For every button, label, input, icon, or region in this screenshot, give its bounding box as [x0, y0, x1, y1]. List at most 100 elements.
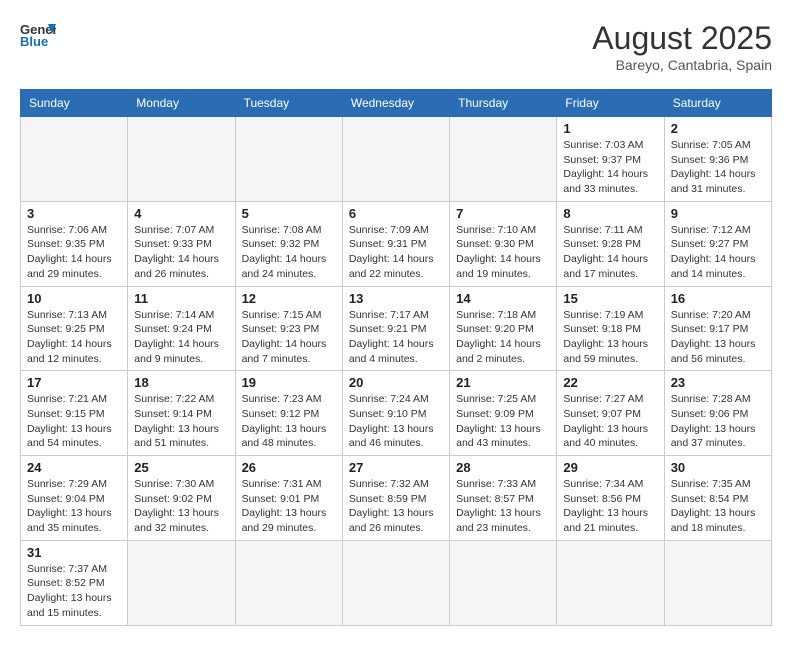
day-info: Sunrise: 7:05 AM Sunset: 9:36 PM Dayligh…	[671, 138, 765, 197]
day-info: Sunrise: 7:17 AM Sunset: 9:21 PM Dayligh…	[349, 308, 443, 367]
calendar-cell: 23Sunrise: 7:28 AM Sunset: 9:06 PM Dayli…	[664, 371, 771, 456]
day-info: Sunrise: 7:25 AM Sunset: 9:09 PM Dayligh…	[456, 392, 550, 451]
calendar-week-4: 17Sunrise: 7:21 AM Sunset: 9:15 PM Dayli…	[21, 371, 772, 456]
calendar-cell: 13 Sunrise: 7:17 AM Sunset: 9:21 PM Dayli…	[342, 286, 449, 371]
calendar-cell: 5Sunrise: 7:08 AM Sunset: 9:32 PM Daylig…	[235, 201, 342, 286]
day-number: 13	[349, 291, 443, 306]
calendar-cell	[235, 540, 342, 625]
day-number: 25	[134, 460, 228, 475]
calendar-week-2: 3Sunrise: 7:06 AM Sunset: 9:35 PM Daylig…	[21, 201, 772, 286]
day-info: Sunrise: 7:19 AM Sunset: 9:18 PM Dayligh…	[563, 308, 657, 367]
day-info: Sunrise: 7:29 AM Sunset: 9:04 PM Dayligh…	[27, 477, 121, 536]
calendar-cell: 28 Sunrise: 7:33 AM Sunset: 8:57 PM Dayli…	[450, 456, 557, 541]
day-number: 29	[563, 460, 657, 475]
calendar-cell: 2Sunrise: 7:05 AM Sunset: 9:36 PM Daylig…	[664, 117, 771, 202]
calendar-cell: 29 Sunrise: 7:34 AM Sunset: 8:56 PM Dayli…	[557, 456, 664, 541]
day-number: 14	[456, 291, 550, 306]
calendar-cell: 3Sunrise: 7:06 AM Sunset: 9:35 PM Daylig…	[21, 201, 128, 286]
day-info: Sunrise: 7:27 AM Sunset: 9:07 PM Dayligh…	[563, 392, 657, 451]
calendar-cell: 18Sunrise: 7:22 AM Sunset: 9:14 PM Dayli…	[128, 371, 235, 456]
day-info: Sunrise: 7:07 AM Sunset: 9:33 PM Dayligh…	[134, 223, 228, 282]
logo-icon: General Blue	[20, 20, 56, 48]
day-info: Sunrise: 7:15 AM Sunset: 9:23 PM Dayligh…	[242, 308, 336, 367]
day-number: 28	[456, 460, 550, 475]
calendar-cell: 31Sunrise: 7:37 AM Sunset: 8:52 PM Dayli…	[21, 540, 128, 625]
day-info: Sunrise: 7:06 AM Sunset: 9:35 PM Dayligh…	[27, 223, 121, 282]
calendar-cell: 22 Sunrise: 7:27 AM Sunset: 9:07 PM Dayli…	[557, 371, 664, 456]
day-info: Sunrise: 7:11 AM Sunset: 9:28 PM Dayligh…	[563, 223, 657, 282]
day-info: Sunrise: 7:30 AM Sunset: 9:02 PM Dayligh…	[134, 477, 228, 536]
day-info: Sunrise: 7:32 AM Sunset: 8:59 PM Dayligh…	[349, 477, 443, 536]
calendar-cell: 11Sunrise: 7:14 AM Sunset: 9:24 PM Dayli…	[128, 286, 235, 371]
day-info: Sunrise: 7:08 AM Sunset: 9:32 PM Dayligh…	[242, 223, 336, 282]
day-number: 31	[27, 545, 121, 560]
day-info: Sunrise: 7:18 AM Sunset: 9:20 PM Dayligh…	[456, 308, 550, 367]
calendar-table: SundayMondayTuesdayWednesdayThursdayFrid…	[20, 89, 772, 626]
weekday-header-wednesday: Wednesday	[342, 90, 449, 117]
day-info: Sunrise: 7:31 AM Sunset: 9:01 PM Dayligh…	[242, 477, 336, 536]
day-number: 4	[134, 206, 228, 221]
day-info: Sunrise: 7:14 AM Sunset: 9:24 PM Dayligh…	[134, 308, 228, 367]
day-number: 27	[349, 460, 443, 475]
day-info: Sunrise: 7:34 AM Sunset: 8:56 PM Dayligh…	[563, 477, 657, 536]
day-number: 18	[134, 375, 228, 390]
calendar-cell	[235, 117, 342, 202]
calendar-cell: 25 Sunrise: 7:30 AM Sunset: 9:02 PM Dayli…	[128, 456, 235, 541]
calendar-cell	[21, 117, 128, 202]
title-block: August 2025 Bareyo, Cantabria, Spain	[592, 20, 772, 73]
day-number: 21	[456, 375, 550, 390]
calendar-cell: 4 Sunrise: 7:07 AM Sunset: 9:33 PM Daylig…	[128, 201, 235, 286]
calendar-cell	[342, 117, 449, 202]
weekday-header-saturday: Saturday	[664, 90, 771, 117]
day-number: 16	[671, 291, 765, 306]
calendar-cell: 15Sunrise: 7:19 AM Sunset: 9:18 PM Dayli…	[557, 286, 664, 371]
day-number: 9	[671, 206, 765, 221]
calendar-cell: 26 Sunrise: 7:31 AM Sunset: 9:01 PM Dayli…	[235, 456, 342, 541]
calendar-cell: 21 Sunrise: 7:25 AM Sunset: 9:09 PM Dayli…	[450, 371, 557, 456]
day-number: 20	[349, 375, 443, 390]
calendar-cell: 8 Sunrise: 7:11 AM Sunset: 9:28 PM Daylig…	[557, 201, 664, 286]
day-info: Sunrise: 7:20 AM Sunset: 9:17 PM Dayligh…	[671, 308, 765, 367]
day-number: 19	[242, 375, 336, 390]
calendar-cell: 9Sunrise: 7:12 AM Sunset: 9:27 PM Daylig…	[664, 201, 771, 286]
calendar-cell: 10Sunrise: 7:13 AM Sunset: 9:25 PM Dayli…	[21, 286, 128, 371]
calendar-cell	[557, 540, 664, 625]
calendar-cell: 16 Sunrise: 7:20 AM Sunset: 9:17 PM Dayli…	[664, 286, 771, 371]
calendar-cell: 30Sunrise: 7:35 AM Sunset: 8:54 PM Dayli…	[664, 456, 771, 541]
logo: General Blue	[20, 20, 56, 48]
page-header: General Blue August 2025 Bareyo, Cantabr…	[20, 20, 772, 73]
day-number: 6	[349, 206, 443, 221]
day-number: 12	[242, 291, 336, 306]
day-info: Sunrise: 7:21 AM Sunset: 9:15 PM Dayligh…	[27, 392, 121, 451]
location-subtitle: Bareyo, Cantabria, Spain	[592, 57, 772, 73]
day-number: 7	[456, 206, 550, 221]
calendar-cell: 17Sunrise: 7:21 AM Sunset: 9:15 PM Dayli…	[21, 371, 128, 456]
calendar-week-5: 24Sunrise: 7:29 AM Sunset: 9:04 PM Dayli…	[21, 456, 772, 541]
calendar-cell	[450, 117, 557, 202]
day-info: Sunrise: 7:33 AM Sunset: 8:57 PM Dayligh…	[456, 477, 550, 536]
day-info: Sunrise: 7:24 AM Sunset: 9:10 PM Dayligh…	[349, 392, 443, 451]
calendar-body: 1Sunrise: 7:03 AM Sunset: 9:37 PM Daylig…	[21, 117, 772, 626]
day-info: Sunrise: 7:03 AM Sunset: 9:37 PM Dayligh…	[563, 138, 657, 197]
day-info: Sunrise: 7:09 AM Sunset: 9:31 PM Dayligh…	[349, 223, 443, 282]
calendar-cell	[342, 540, 449, 625]
day-info: Sunrise: 7:10 AM Sunset: 9:30 PM Dayligh…	[456, 223, 550, 282]
day-info: Sunrise: 7:23 AM Sunset: 9:12 PM Dayligh…	[242, 392, 336, 451]
weekday-header-tuesday: Tuesday	[235, 90, 342, 117]
calendar-week-1: 1Sunrise: 7:03 AM Sunset: 9:37 PM Daylig…	[21, 117, 772, 202]
month-year-title: August 2025	[592, 20, 772, 57]
day-number: 22	[563, 375, 657, 390]
calendar-cell: 7 Sunrise: 7:10 AM Sunset: 9:30 PM Daylig…	[450, 201, 557, 286]
calendar-cell: 19 Sunrise: 7:23 AM Sunset: 9:12 PM Dayli…	[235, 371, 342, 456]
calendar-cell: 1Sunrise: 7:03 AM Sunset: 9:37 PM Daylig…	[557, 117, 664, 202]
weekday-header-monday: Monday	[128, 90, 235, 117]
calendar-cell	[128, 117, 235, 202]
day-info: Sunrise: 7:13 AM Sunset: 9:25 PM Dayligh…	[27, 308, 121, 367]
day-number: 26	[242, 460, 336, 475]
calendar-cell: 20 Sunrise: 7:24 AM Sunset: 9:10 PM Dayli…	[342, 371, 449, 456]
day-info: Sunrise: 7:28 AM Sunset: 9:06 PM Dayligh…	[671, 392, 765, 451]
calendar-cell: 14 Sunrise: 7:18 AM Sunset: 9:20 PM Dayli…	[450, 286, 557, 371]
weekday-header-row: SundayMondayTuesdayWednesdayThursdayFrid…	[21, 90, 772, 117]
weekday-header-thursday: Thursday	[450, 90, 557, 117]
day-number: 8	[563, 206, 657, 221]
